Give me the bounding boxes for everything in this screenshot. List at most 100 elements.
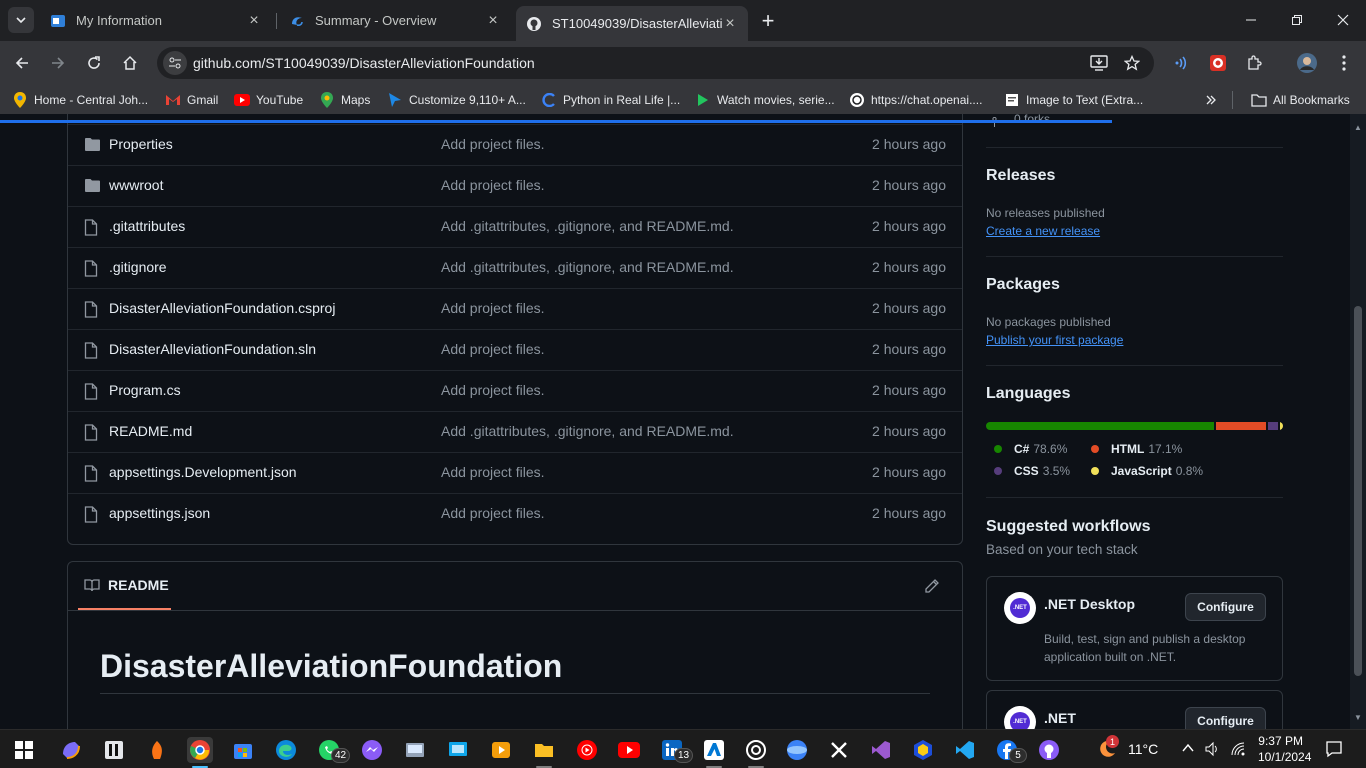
bookmarks-overflow-button[interactable] xyxy=(1205,91,1217,109)
start-button[interactable] xyxy=(11,737,37,763)
language-item[interactable]: C# 78.6% xyxy=(990,442,1067,456)
configure-button[interactable]: Configure xyxy=(1185,593,1266,621)
x-app[interactable] xyxy=(826,737,852,763)
restore-button[interactable] xyxy=(1274,0,1320,40)
commit-message-link[interactable]: Add .gitattributes, .gitignore, and READ… xyxy=(441,423,734,439)
readme-tab[interactable]: README xyxy=(78,562,171,610)
network-button[interactable] xyxy=(1230,741,1246,760)
virtualbox-app[interactable] xyxy=(910,737,936,763)
scroll-down-arrow[interactable]: ▼ xyxy=(1354,714,1362,722)
browser-menu-button[interactable] xyxy=(1330,49,1358,77)
control-panel-app[interactable] xyxy=(402,737,428,763)
file-name-link[interactable]: Program.cs xyxy=(109,382,181,398)
home-button[interactable] xyxy=(116,49,144,77)
language-item[interactable]: JavaScript 0.8% xyxy=(1087,464,1203,478)
language-item[interactable]: CSS 3.5% xyxy=(990,464,1070,478)
tab-search-button[interactable] xyxy=(8,7,34,33)
bookmark-image-to-text[interactable]: Image to Text (Extra... xyxy=(1004,91,1143,109)
bookmark-gmail[interactable]: Gmail xyxy=(165,91,218,109)
extension-red-button[interactable] xyxy=(1204,49,1232,77)
publish-package-link[interactable]: Publish your first package xyxy=(986,333,1123,347)
file-name-link[interactable]: README.md xyxy=(109,423,192,439)
file-name-link[interactable]: Properties xyxy=(109,136,173,152)
github-desktop-app[interactable] xyxy=(1036,737,1062,763)
bookmark-maps[interactable]: Maps xyxy=(319,91,370,109)
configure-button[interactable]: Configure xyxy=(1185,707,1266,729)
bookmark-star-button[interactable] xyxy=(1118,49,1146,77)
tray-overflow-button[interactable] xyxy=(1182,742,1194,756)
site-info-button[interactable] xyxy=(163,51,187,75)
notifications-button[interactable] xyxy=(1325,740,1343,761)
file-row[interactable]: DisasterAlleviationFoundation.sln Add pro… xyxy=(68,329,962,370)
commit-message-link[interactable]: Add project files. xyxy=(441,136,545,152)
commit-message-link[interactable]: Add project files. xyxy=(441,464,545,480)
file-explorer-app[interactable] xyxy=(531,737,557,763)
new-tab-button[interactable]: + xyxy=(756,8,780,33)
minimize-button[interactable] xyxy=(1228,0,1274,40)
tab-summary-overview[interactable]: Summary - Overview × xyxy=(279,6,511,35)
bookmark-youtube[interactable]: YouTube xyxy=(234,91,303,109)
bookmark-chatgpt[interactable]: https://chat.openai.... xyxy=(849,91,982,109)
address-bar[interactable]: github.com/ST10049039/DisasterAlleviatio… xyxy=(157,47,1154,79)
tab-my-information[interactable]: My Information × xyxy=(40,6,272,35)
youtube-music-app[interactable] xyxy=(574,737,600,763)
azure-data-studio-app[interactable] xyxy=(701,737,727,763)
scroll-up-arrow[interactable]: ▲ xyxy=(1354,124,1362,132)
tab-github-repo[interactable]: ST10049039/DisasterAlleviationFoundation… xyxy=(516,6,748,41)
chatgpt-app[interactable] xyxy=(743,737,769,763)
remote-desktop-app[interactable] xyxy=(445,737,471,763)
extension-wifi-button[interactable] xyxy=(1168,49,1196,77)
volume-button[interactable] xyxy=(1204,741,1220,760)
messenger-app[interactable] xyxy=(359,737,385,763)
file-row[interactable]: appsettings.Development.json Add project … xyxy=(68,452,962,493)
commit-message-link[interactable]: Add .gitattributes, .gitignore, and READ… xyxy=(441,218,734,234)
commit-message-link[interactable]: Add project files. xyxy=(441,300,545,316)
edge-app[interactable] xyxy=(273,737,299,763)
commit-message-link[interactable]: Add project files. xyxy=(441,177,545,193)
microsoft-store-app[interactable] xyxy=(230,737,256,763)
file-row[interactable]: .gitattributes Add .gitattributes, .gitig… xyxy=(68,206,962,247)
commit-message-link[interactable]: Add .gitattributes, .gitignore, and READ… xyxy=(441,259,734,275)
fl-studio-app[interactable] xyxy=(144,737,170,763)
install-app-button[interactable] xyxy=(1085,49,1113,77)
packages-heading[interactable]: Packages xyxy=(986,276,1060,294)
file-row[interactable]: Properties Add project files. 2 hours ago xyxy=(68,124,962,165)
weather-temp[interactable]: 11°C xyxy=(1128,741,1158,757)
scrollbar-thumb[interactable] xyxy=(1354,306,1362,676)
forward-button[interactable] xyxy=(44,49,72,77)
copilot-app[interactable] xyxy=(58,737,84,763)
file-name-link[interactable]: DisasterAlleviationFoundation.csproj xyxy=(109,300,335,316)
url-text[interactable]: github.com/ST10049039/DisasterAlleviatio… xyxy=(193,55,535,71)
clock[interactable]: 9:37 PM 10/1/2024 xyxy=(1258,734,1311,764)
create-release-link[interactable]: Create a new release xyxy=(986,224,1100,238)
tl-app[interactable] xyxy=(101,737,127,763)
vscode-app[interactable] xyxy=(952,737,978,763)
reload-button[interactable] xyxy=(80,49,108,77)
close-icon[interactable]: × xyxy=(722,15,738,32)
commit-message-link[interactable]: Add project files. xyxy=(441,341,545,357)
close-window-button[interactable] xyxy=(1320,0,1366,40)
chrome-app[interactable] xyxy=(187,737,213,763)
profile-button[interactable] xyxy=(1293,49,1321,77)
page-scrollbar[interactable]: ▲ ▼ xyxy=(1350,114,1366,729)
releases-heading[interactable]: Releases xyxy=(986,167,1055,185)
file-name-link[interactable]: appsettings.json xyxy=(109,505,210,521)
file-name-link[interactable]: .gitattributes xyxy=(109,218,185,234)
close-icon[interactable]: × xyxy=(246,12,262,29)
file-row[interactable]: .gitignore Add .gitattributes, .gitignore… xyxy=(68,247,962,288)
file-row[interactable]: DisasterAlleviationFoundation.csproj Add … xyxy=(68,288,962,329)
edit-readme-button[interactable] xyxy=(924,578,940,594)
commit-message-link[interactable]: Add project files. xyxy=(441,382,545,398)
close-icon[interactable]: × xyxy=(485,12,501,29)
commit-message-link[interactable]: Add project files. xyxy=(441,505,545,521)
media-player-app[interactable] xyxy=(488,737,514,763)
bookmark-home-central[interactable]: Home - Central Joh... xyxy=(12,91,148,109)
visual-studio-app[interactable] xyxy=(868,737,894,763)
bookmark-python[interactable]: Python in Real Life |... xyxy=(541,91,680,109)
file-name-link[interactable]: DisasterAlleviationFoundation.sln xyxy=(109,341,316,357)
all-bookmarks-button[interactable]: All Bookmarks xyxy=(1232,91,1350,109)
file-row[interactable]: appsettings.json Add project files. 2 hour… xyxy=(68,493,962,534)
file-name-link[interactable]: .gitignore xyxy=(109,259,167,275)
language-item[interactable]: HTML 17.1% xyxy=(1087,442,1182,456)
file-row[interactable]: Program.cs Add project files. 2 hours ago xyxy=(68,370,962,411)
